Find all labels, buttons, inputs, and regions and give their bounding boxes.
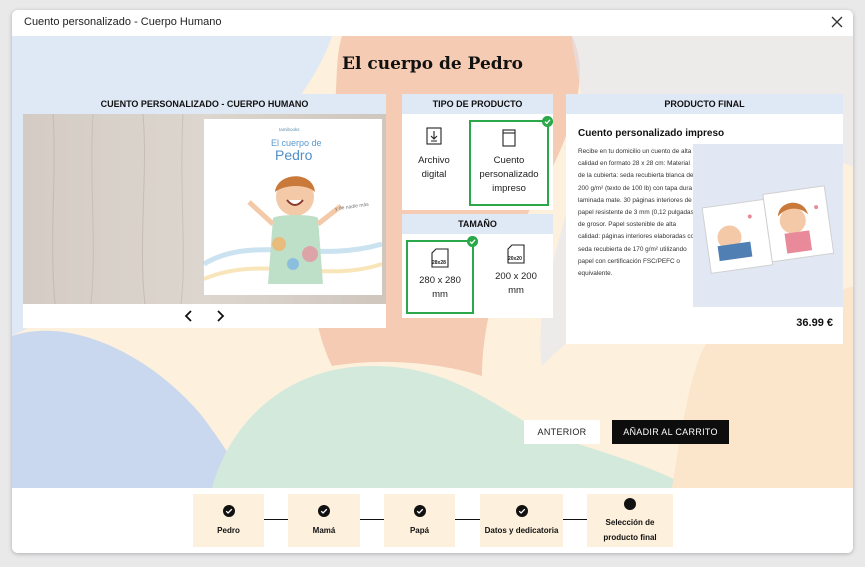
add-to-cart-button[interactable]: AÑADIR AL CARRITO	[612, 420, 729, 444]
progress-stepper: Pedro Mamá Papá Datos y dedicatoria Sele…	[12, 488, 853, 553]
preview-panel: CUENTO PERSONALIZADO - CUERPO HUMANO Iam…	[23, 94, 386, 328]
option-digital-line2: digital	[421, 169, 447, 180]
previous-button[interactable]: ANTERIOR	[524, 420, 600, 444]
final-product-header: PRODUCTO FINAL	[566, 94, 843, 114]
product-type-panel: TIPO DE PRODUCTO Archivo digital Cuento	[402, 94, 553, 210]
step-papa[interactable]: Papá	[384, 494, 455, 547]
step-datos-dedicatoria[interactable]: Datos y dedicatoria	[480, 494, 563, 547]
price: 36.99 €	[796, 317, 833, 329]
option-printed-book[interactable]: Cuento personalizado impreso	[469, 116, 553, 206]
size-200-line2: mm	[508, 285, 524, 296]
close-icon[interactable]	[830, 15, 844, 29]
step-pedro[interactable]: Pedro	[193, 494, 264, 547]
size-200-line1: 200 x 200	[495, 271, 537, 282]
option-digital-line1: Archivo	[418, 155, 450, 166]
download-icon	[426, 127, 442, 145]
step-seleccion-producto[interactable]: Selección de producto final	[587, 494, 673, 547]
check-circle-icon	[223, 505, 235, 517]
configurator-area: El cuerpo de Pedro CUENTO PERSONALIZADO …	[12, 36, 853, 488]
current-step-dot	[624, 498, 636, 510]
size-280-line1: 280 x 280	[419, 275, 461, 286]
check-icon	[542, 116, 553, 127]
size-header: TAMAÑO	[402, 214, 553, 234]
option-printed-line1: Cuento	[493, 155, 525, 166]
step-mama[interactable]: Mamá	[288, 494, 360, 547]
cover-name: Pedro	[275, 147, 313, 163]
size-280-line2: mm	[432, 289, 448, 300]
size-panel: TAMAÑO 28x28 280 x 280 mm 20x20 200 x 20…	[402, 214, 553, 318]
book-title: El cuerpo de Pedro	[342, 54, 523, 74]
check-circle-icon	[318, 505, 330, 517]
product-photo	[693, 144, 843, 307]
step-label: Datos y dedicatoria	[484, 526, 559, 535]
final-product-title: Cuento personalizado impreso	[578, 128, 725, 139]
chevron-right-icon[interactable]	[212, 308, 228, 324]
option-printed-line2: personalizado	[479, 169, 539, 180]
product-type-header: TIPO DE PRODUCTO	[402, 94, 553, 114]
app-window: Cuento personalizado - Cuerpo Humano El …	[12, 10, 853, 553]
preview-image: Iamibooks El cuerpo de Pedro y de nadie …	[23, 114, 386, 304]
book-icon	[502, 129, 516, 147]
step-connector	[563, 519, 587, 520]
cover-brand: Iamibooks	[279, 127, 300, 132]
step-label-line1: Selección de	[605, 518, 655, 527]
final-product-description: Recibe en tu domicilio un cuento de alta…	[578, 148, 698, 278]
step-connector	[455, 519, 480, 520]
window-title: Cuento personalizado - Cuerpo Humano	[24, 16, 222, 28]
size-badge-280: 28x28	[432, 260, 446, 266]
final-product-panel: PRODUCTO FINAL Cuento personalizado impr…	[566, 94, 843, 344]
check-circle-icon	[414, 505, 426, 517]
option-printed-line3: impreso	[492, 183, 526, 194]
step-label: Papá	[409, 526, 430, 535]
title-bar: Cuento personalizado - Cuerpo Humano	[12, 10, 853, 36]
option-size-200[interactable]: 20x20 200 x 200 mm	[482, 240, 550, 314]
step-connector	[360, 519, 384, 520]
step-label: Mamá	[312, 526, 336, 535]
size-badge-200: 20x20	[508, 256, 522, 262]
open-book-image	[701, 185, 835, 274]
preview-nav	[23, 304, 386, 328]
cover-illustration	[23, 114, 386, 304]
step-connector	[264, 519, 288, 520]
preview-header: CUENTO PERSONALIZADO - CUERPO HUMANO	[23, 94, 386, 114]
option-digital-file[interactable]: Archivo digital	[406, 120, 462, 206]
check-icon	[467, 236, 478, 247]
chevron-left-icon[interactable]	[181, 308, 197, 324]
check-circle-icon	[516, 505, 528, 517]
step-label: Pedro	[217, 526, 240, 535]
option-size-280[interactable]: 28x28 280 x 280 mm	[406, 236, 478, 314]
step-label-line2: producto final	[603, 533, 657, 542]
